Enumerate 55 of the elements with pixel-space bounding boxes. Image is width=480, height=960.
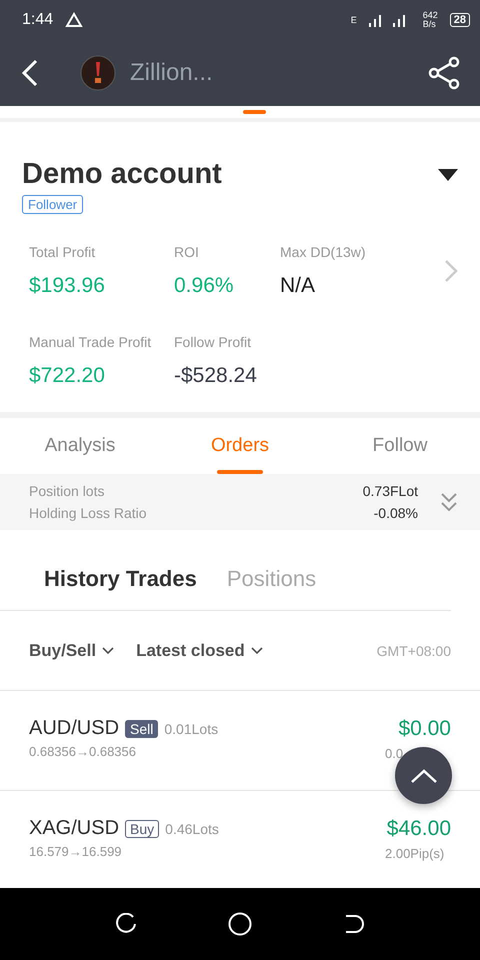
stat-label: Follow Profit	[174, 334, 252, 350]
stat-label: Manual Trade Profit	[29, 334, 152, 350]
stat-value: $722.20	[29, 364, 106, 388]
page-indicator	[242, 110, 266, 114]
stat-label: Max DD(13w)	[280, 244, 367, 260]
recent-apps-icon[interactable]	[115, 913, 138, 935]
speed-unit: B/s	[422, 20, 437, 29]
trade-lots: 0.01Lots	[164, 720, 218, 736]
stat-label: Total Profit	[29, 244, 96, 260]
summary-value: 0.73FLot	[362, 483, 418, 499]
tab-underline	[217, 470, 263, 474]
account-title: Demo account	[22, 158, 222, 191]
filter-dropdown[interactable]: Buy/Sell	[29, 640, 114, 660]
trade-profit: $46.00	[386, 817, 451, 841]
summary-label: Position lots	[29, 483, 106, 499]
stat-value: -$528.24	[174, 364, 258, 388]
chevron-up-icon	[410, 768, 438, 784]
caret-icon	[250, 646, 263, 654]
side-tag: Buy	[125, 820, 160, 838]
dropdown-icon[interactable]	[438, 168, 458, 180]
tab[interactable]: Orders	[160, 418, 320, 474]
share-icon[interactable]	[428, 56, 460, 90]
trade-prices: 0.68356→0.68356	[29, 744, 137, 759]
stat-value: $193.96	[29, 274, 106, 298]
trade-lots: 0.46Lots	[165, 820, 219, 836]
trade-pips: 0.0	[385, 746, 404, 761]
avatar-icon	[80, 55, 116, 91]
network-type: E	[350, 15, 357, 25]
clock: 1:44	[22, 11, 54, 29]
follower-tag: Follower	[22, 195, 84, 214]
stat-value: 0.96%	[174, 274, 235, 298]
trade-profit: $0.00	[398, 717, 451, 741]
trade-symbol: AUD/USD	[29, 717, 120, 740]
subtab[interactable]: Positions	[226, 566, 316, 592]
trade-pips: 2.00Pip(s)	[385, 846, 444, 861]
caret-icon	[102, 646, 114, 654]
side-tag: Sell	[125, 720, 158, 738]
trade-symbol: XAG/USD	[29, 817, 120, 840]
tab[interactable]: Follow	[320, 418, 480, 474]
filter-dropdown[interactable]: Latest closed	[136, 640, 263, 660]
speed-value: 642	[422, 11, 438, 20]
battery-level: 28	[450, 13, 470, 27]
subtab[interactable]: History Trades	[44, 566, 197, 592]
triangle-icon	[65, 12, 84, 28]
stat-value: N/A	[280, 274, 316, 298]
expand-icon[interactable]	[440, 491, 458, 513]
timezone: GMT+08:00	[376, 642, 451, 658]
summary-label: Holding Loss Ratio	[29, 505, 148, 521]
back-icon[interactable]	[20, 58, 40, 88]
tab[interactable]: Analysis	[0, 418, 160, 474]
summary-value: -0.08%	[374, 505, 418, 521]
stat-label: ROI	[174, 244, 200, 260]
home-icon[interactable]	[228, 912, 252, 936]
trader-name: Zillion...	[130, 59, 213, 87]
trade-prices: 16.579→16.599	[29, 844, 123, 859]
